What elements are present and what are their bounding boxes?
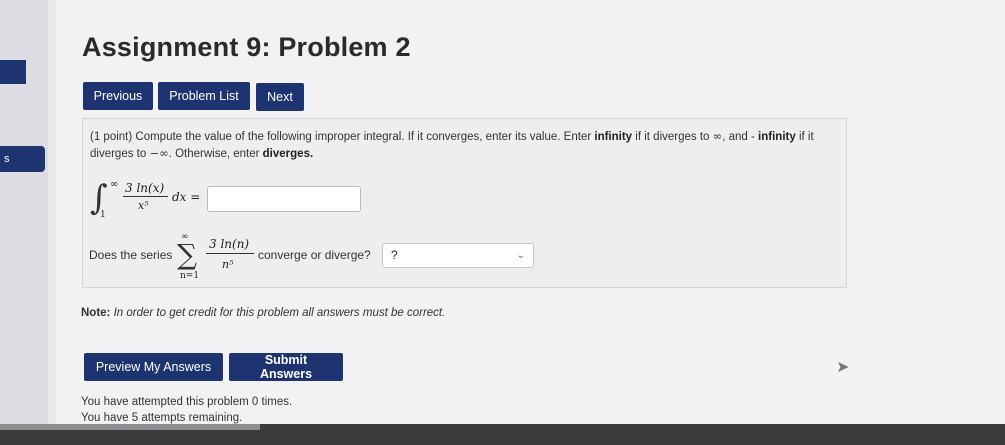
cursor-icon: ➤ (836, 359, 850, 376)
integral-upper-limit: ∞ (110, 179, 119, 190)
differential: dx = (172, 190, 201, 204)
summation-sign: ∑ (177, 238, 197, 271)
attempts-made: You have attempted this problem 0 times. (81, 396, 293, 408)
problem-statement: (1 point) Compute the value of the follo… (90, 129, 814, 160)
taskbar-highlight (0, 424, 260, 430)
series-question-suffix: converge or diverge? (258, 248, 371, 262)
sidebar-tab-active[interactable]: s (0, 146, 45, 172)
converge-diverge-select[interactable]: ? ⌄ (382, 243, 534, 268)
integral-lower-limit: 1 (100, 210, 106, 220)
series-question-prefix: Does the series (89, 248, 173, 262)
page-title: Assignment 9: Problem 2 (82, 32, 411, 62)
attempts-remaining: You have 5 attempts remaining. (81, 412, 243, 424)
submit-answers-button[interactable]: Submit Answers (229, 353, 343, 381)
next-button[interactable]: Next (256, 83, 304, 111)
select-value: ? (391, 248, 398, 262)
series-denominator: n⁵ (222, 258, 234, 271)
summation-lower-limit: n=1 (180, 271, 200, 281)
problem-list-button[interactable]: Problem List (158, 82, 250, 110)
sidebar-tab[interactable] (0, 60, 26, 84)
chevron-down-icon: ⌄ (516, 250, 525, 261)
previous-button[interactable]: Previous (83, 82, 153, 110)
integrand-numerator: 3 ln(x) (125, 181, 165, 195)
preview-answers-button[interactable]: Preview My Answers (84, 353, 223, 381)
summation-upper-limit: ∞ (181, 232, 189, 242)
fraction-bar (123, 196, 168, 197)
integrand-denominator: x⁵ (138, 199, 149, 212)
integral-answer-input[interactable] (207, 186, 361, 212)
fraction-bar (206, 253, 254, 254)
series-numerator: 3 ln(n) (209, 237, 250, 251)
note: Note: In order to get credit for this pr… (81, 307, 446, 319)
